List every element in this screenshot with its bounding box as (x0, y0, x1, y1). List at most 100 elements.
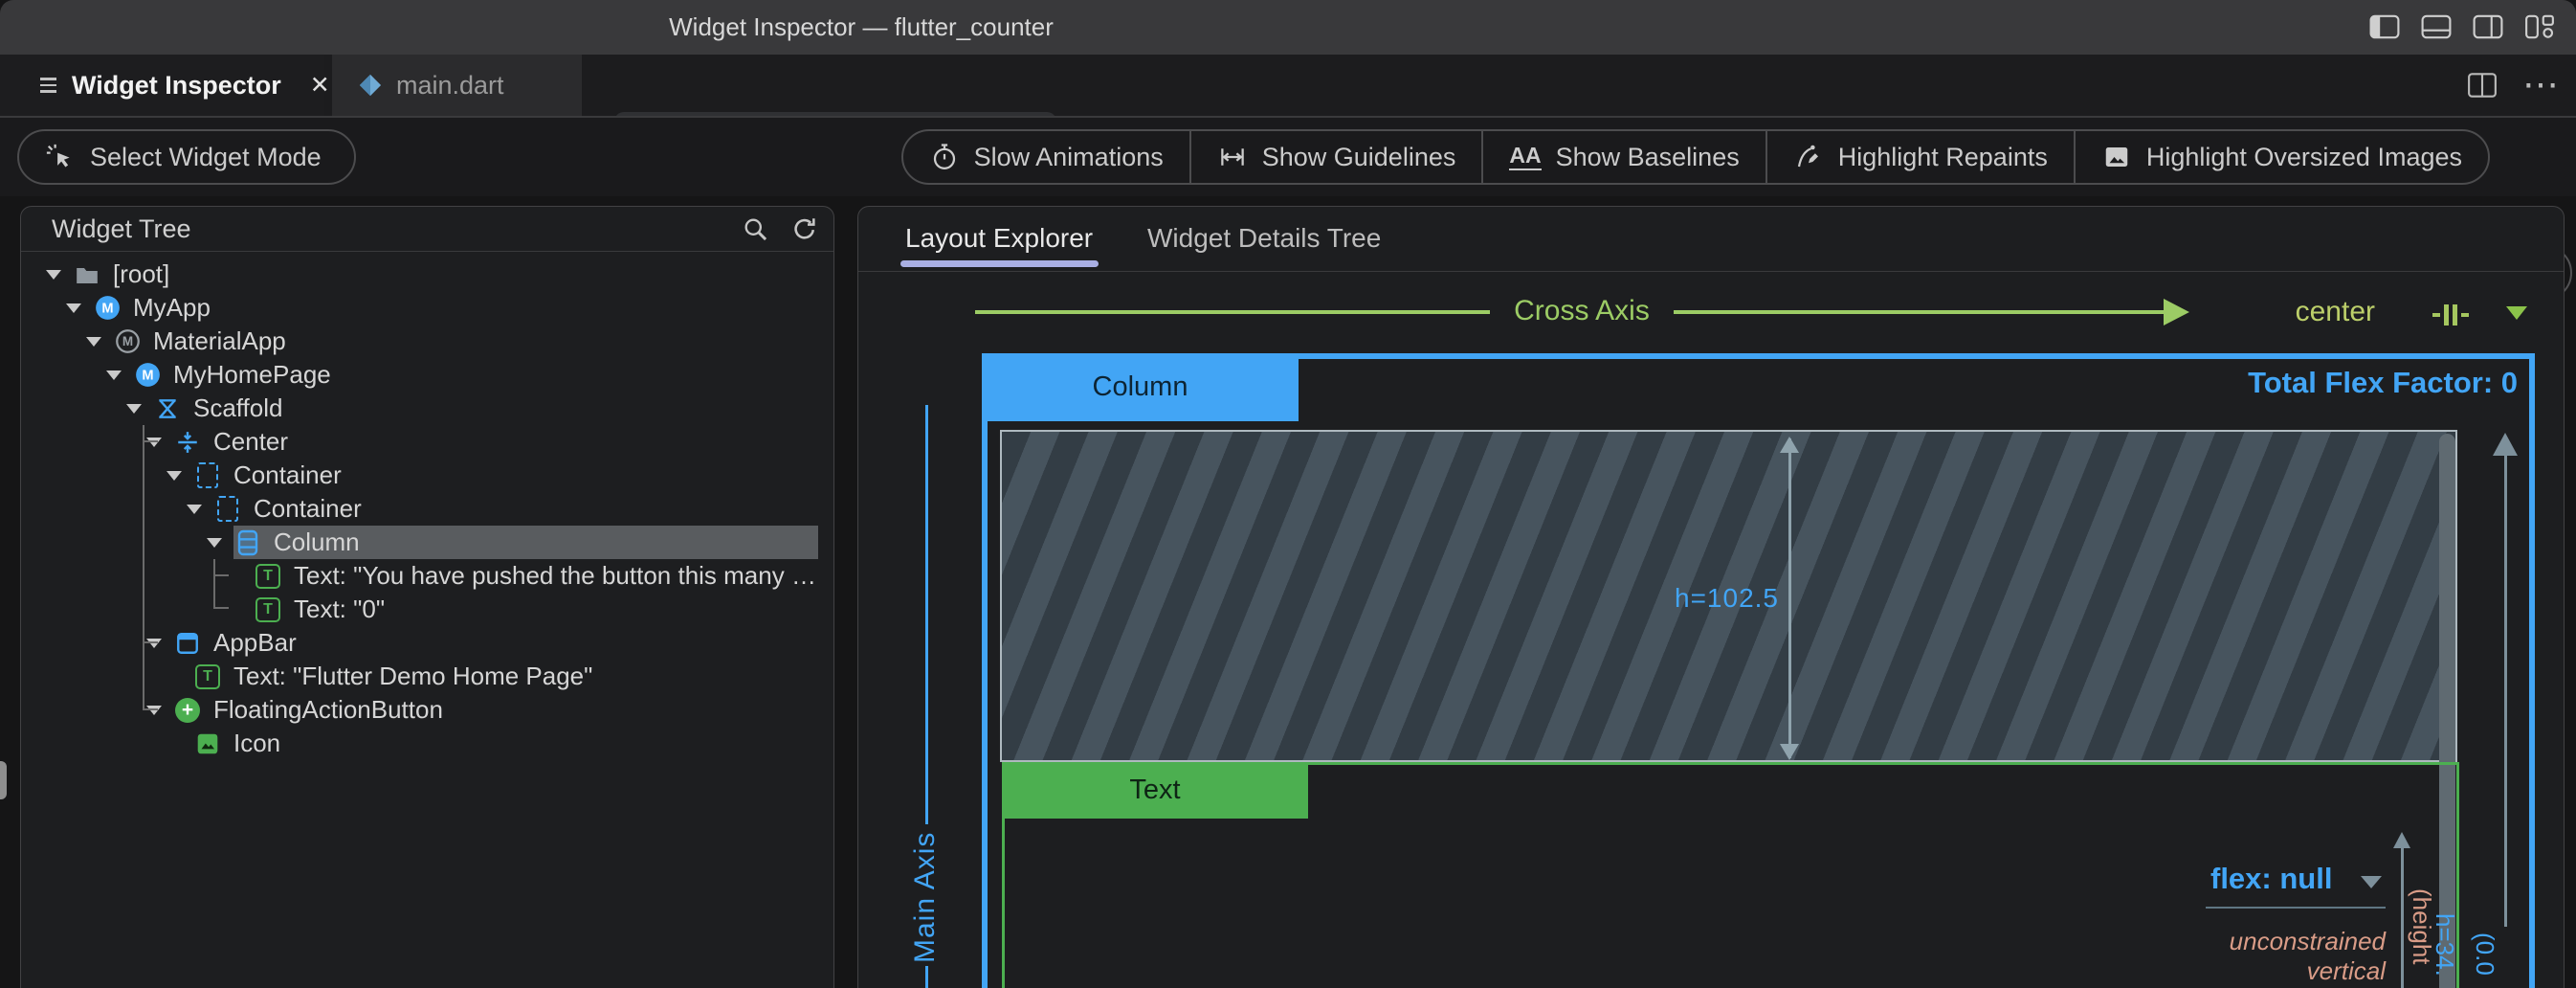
tree-connector-line (143, 708, 158, 710)
toggle-show-guidelines[interactable]: Show Guidelines (1189, 131, 1482, 183)
toggle-label: Show Baselines (1556, 143, 1740, 172)
text-widget-icon: T (254, 595, 282, 624)
fab-widget-icon: + (173, 696, 202, 725)
divider (858, 271, 2564, 272)
tree-node-label: [root] (113, 259, 169, 289)
tree-node-label: Text: "0" (294, 595, 385, 624)
refresh-icon[interactable] (791, 215, 818, 242)
tree-connector-line (143, 641, 158, 643)
center-widget-icon (173, 428, 202, 457)
chevron-down-icon[interactable] (207, 538, 233, 548)
column-widget-icon (233, 528, 262, 557)
inspector-toolbar: Select Widget Mode Slow Animations Show G… (0, 116, 2576, 196)
column-widget-tab[interactable]: Column (982, 353, 1299, 421)
chevron-down-icon[interactable] (187, 505, 213, 514)
show-guidelines-icon (1217, 143, 1248, 171)
tree-connector-line (213, 574, 229, 576)
column-constraint-annotation: (0.0 (2470, 932, 2499, 976)
tree-node-label: MyApp (133, 293, 211, 323)
toggle-label: Highlight Oversized Images (2146, 143, 2462, 172)
toggle-label: Slow Animations (974, 143, 1164, 172)
svg-text:M: M (122, 334, 132, 348)
tree-node-label: Scaffold (193, 393, 282, 423)
scrollbar-thumb[interactable] (2439, 434, 2455, 988)
tab-main-dart[interactable]: main.dart (332, 55, 582, 116)
search-icon[interactable] (742, 215, 768, 242)
container-widget-icon (213, 495, 242, 524)
highlight-repaints-icon (1793, 143, 1824, 171)
chevron-down-icon[interactable] (66, 303, 93, 313)
main-axis-arrow-line (925, 966, 928, 988)
tree-connector-line (213, 559, 215, 609)
tree-connector-line (143, 425, 144, 709)
svg-text:M: M (142, 369, 153, 384)
tab-widget-inspector[interactable]: Widget Inspector ✕ (0, 55, 324, 116)
toggle-show-baselines[interactable]: AAShow Baselines (1481, 131, 1765, 183)
split-editor-icon[interactable] (2467, 72, 2498, 99)
toggle-label: Highlight Repaints (1838, 143, 2048, 172)
tree-node-scaffold[interactable]: Scaffold (21, 392, 833, 425)
customize-layout-icon[interactable] (2524, 14, 2555, 39)
close-icon[interactable]: ✕ (310, 71, 330, 100)
widget-tree-list: [root]MMyAppMMaterialAppMMyHomePageScaff… (21, 252, 833, 988)
cross-axis-label: Cross Axis (1490, 295, 1674, 327)
tree-node-label: Text: "Flutter Demo Home Page" (233, 662, 592, 691)
select-widget-mode-button[interactable]: Select Widget Mode (17, 129, 356, 185)
tree-node-label: FloatingActionButton (213, 695, 443, 725)
toggle-bottom-panel-icon[interactable] (2421, 14, 2452, 39)
tree-connector-line (213, 607, 229, 609)
tree-node-root[interactable]: [root] (21, 258, 833, 291)
text-widget-icon: T (193, 662, 222, 691)
tab-bar-actions: ⋯ (2467, 55, 2559, 116)
constraint-note: unconstrained vertical (2144, 927, 2386, 986)
tree-node-label: Center (213, 427, 288, 457)
m-filled-widget-icon: M (133, 361, 162, 390)
tree-node-label: Icon (233, 729, 280, 758)
window-title: Widget Inspector — flutter_counter (669, 0, 1054, 55)
chevron-down-icon[interactable] (46, 270, 73, 280)
chevron-down-icon[interactable] (2506, 306, 2527, 320)
chevron-down-icon[interactable] (2361, 876, 2382, 888)
more-actions-icon[interactable]: ⋯ (2522, 71, 2559, 100)
scaffold-widget-icon (153, 394, 182, 423)
chevron-down-icon[interactable] (126, 404, 153, 414)
main-axis-label: Main Axis (904, 824, 946, 963)
toggle-highlight-repaints[interactable]: Highlight Repaints (1765, 131, 2074, 183)
tree-node-myapp[interactable]: MMyApp (21, 291, 833, 325)
slow-animations-icon (929, 143, 960, 171)
flex-dropdown-value[interactable]: flex: null (2210, 862, 2332, 896)
tree-node-icon[interactable]: Icon (21, 727, 833, 760)
tree-node-materialapp[interactable]: M MaterialApp (21, 325, 833, 358)
cross-axis-arrowhead-icon (2164, 299, 2189, 326)
tab-widget-details-tree[interactable]: Widget Details Tree (1147, 207, 1381, 270)
arrow-up-icon (2393, 832, 2410, 848)
text-height-arrow-line (2401, 836, 2404, 988)
scrollbar-thumb[interactable] (0, 761, 7, 799)
total-flex-factor: Total Flex Factor: 0 (2248, 366, 2518, 400)
widget-tree-panel: Widget Tree [root]MMyAppMMaterialAppMMyH… (20, 206, 834, 988)
toggle-label: Show Guidelines (1262, 143, 1456, 172)
select-widget-mode-label: Select Widget Mode (90, 143, 322, 172)
toggle-slow-animations[interactable]: Slow Animations (903, 131, 1189, 183)
container-widget-icon (193, 461, 222, 490)
toggle-highlight-oversized-images[interactable]: Highlight Oversized Images (2074, 131, 2488, 183)
flex-dropdown-underline (2206, 907, 2386, 909)
tree-node-myhomepage[interactable]: M MyHomePage (21, 358, 833, 392)
tree-node-label: MaterialApp (153, 326, 286, 356)
chevron-down-icon[interactable] (167, 471, 193, 481)
chevron-down-icon[interactable] (106, 370, 133, 380)
main-axis-arrow-line (925, 405, 928, 824)
m-outline-widget-icon: M (113, 327, 142, 356)
toggle-left-panel-icon[interactable] (2369, 14, 2400, 39)
text-widget-tab[interactable]: Text (1002, 762, 1308, 819)
cross-axis-alignment-value[interactable]: center (2265, 296, 2375, 328)
cross-axis-arrow-line (1674, 310, 2164, 314)
toggle-right-panel-icon[interactable] (2473, 14, 2503, 39)
layout-explorer-panel: Layout Explorer Widget Details Tree Cros… (857, 206, 2565, 988)
active-tab-indicator (900, 260, 1099, 267)
chevron-down-icon[interactable] (86, 337, 113, 347)
dart-icon (357, 72, 384, 99)
tree-node-label: MyHomePage (173, 360, 331, 390)
title-bar: Widget Inspector — flutter_counter (0, 0, 2576, 55)
tab-list-icon (40, 78, 56, 93)
